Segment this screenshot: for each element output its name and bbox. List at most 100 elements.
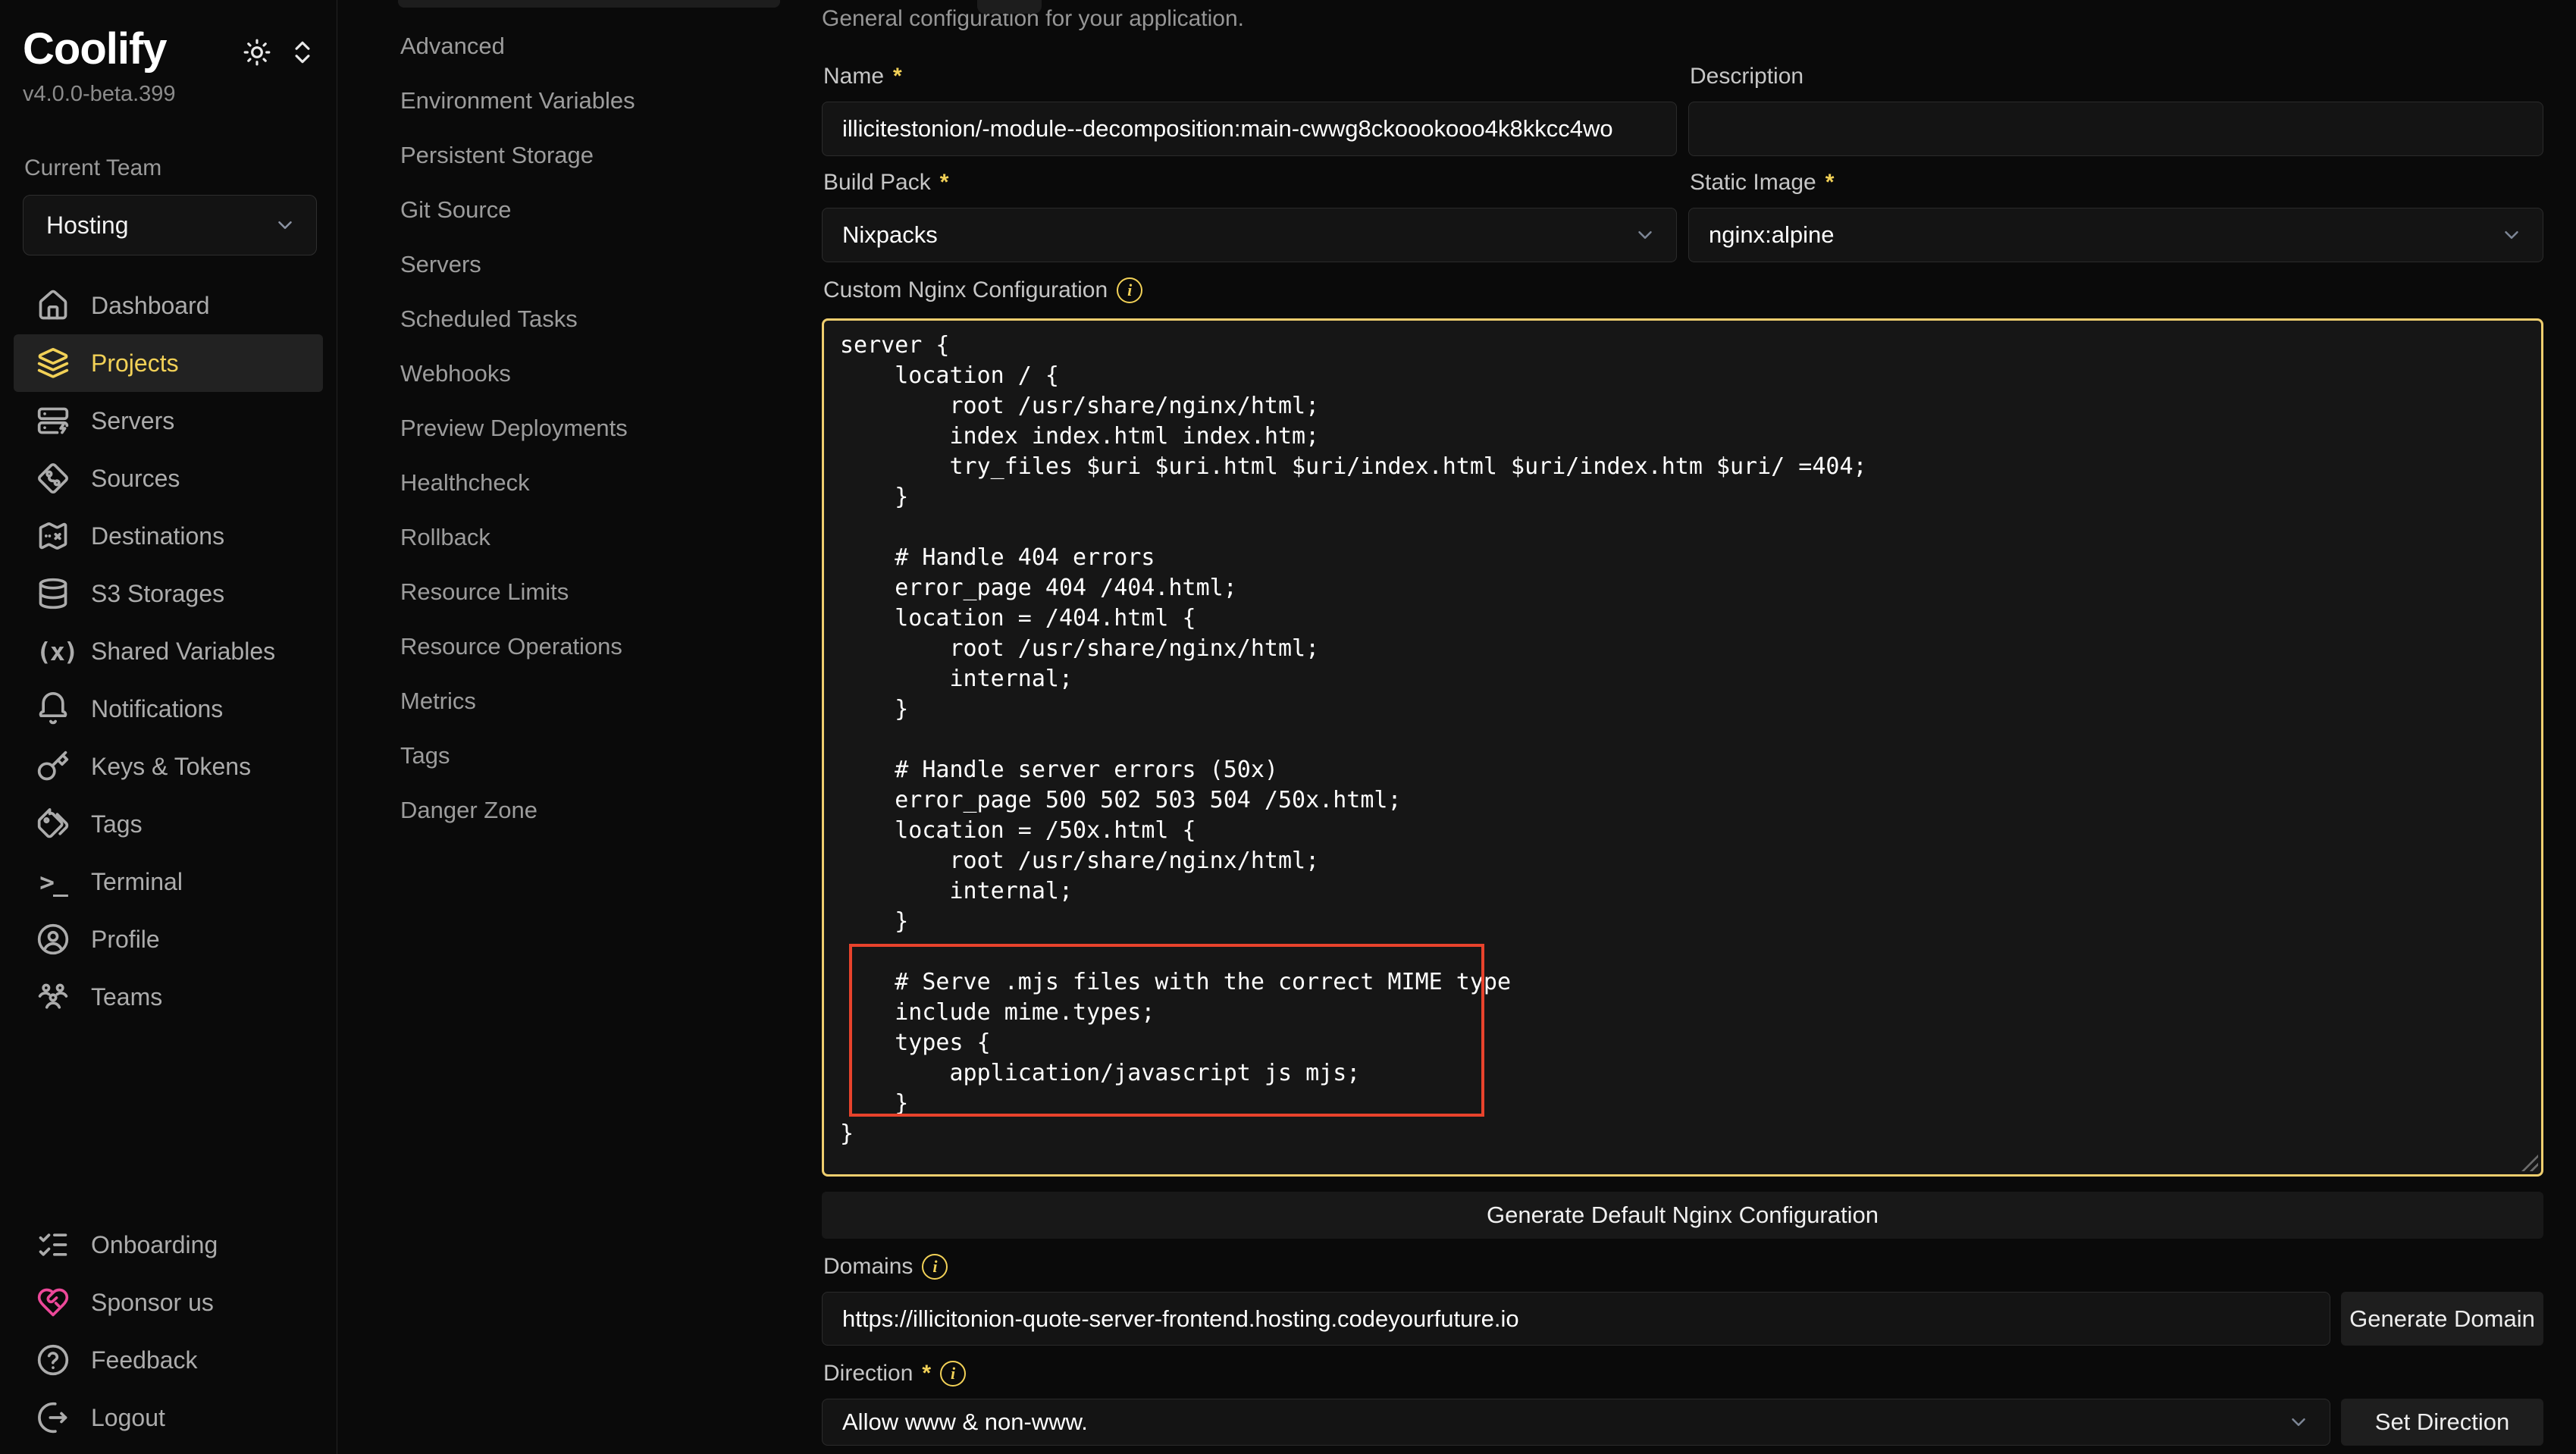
app-logo: Coolify [23,27,167,71]
sidebar-nav: Dashboard Projects Servers Sources Desti… [0,277,337,1026]
general-settings-panel: General configuration for your applicati… [804,0,2576,1446]
sidebar-item-profile[interactable]: Profile [0,910,337,968]
subnav-item-resource-operations[interactable]: Resource Operations [338,619,804,674]
tags-icon [36,807,70,841]
sidebar-item-teams[interactable]: Teams [0,968,337,1026]
git-diamond-icon [36,462,70,495]
subnav-item-advanced[interactable]: Advanced [338,19,804,74]
sidebar-item-label: Destinations [91,522,224,550]
subnav-item-git-source[interactable]: Git Source [338,183,804,237]
sidebar-item-label: S3 Storages [91,580,224,608]
chevron-down-icon [2500,224,2523,246]
sidebar-item-label: Profile [91,926,160,954]
chevron-down-icon [2287,1411,2310,1434]
build-pack-select[interactable]: Nixpacks [822,208,1677,262]
sidebar-item-label: Servers [91,407,174,435]
subnav-item-preview-deployments[interactable]: Preview Deployments [338,401,804,456]
required-asterisk: * [893,64,902,89]
sidebar-item-tags[interactable]: Tags [0,795,337,853]
team-select[interactable]: Hosting [23,195,317,255]
subnav-item-scheduled-tasks[interactable]: Scheduled Tasks [338,292,804,346]
sidebar-item-destinations[interactable]: Destinations [0,507,337,565]
server-icon [36,404,70,437]
direction-label: Direction* i [823,1359,2543,1388]
required-asterisk: * [940,170,949,196]
sidebar-item-notifications[interactable]: Notifications [0,680,337,738]
sidebar-item-label: Terminal [91,868,183,896]
info-icon[interactable]: i [940,1361,966,1387]
generate-default-nginx-button[interactable]: Generate Default Nginx Configuration [822,1192,2543,1239]
help-circle-icon [36,1343,70,1377]
sidebar-item-label: Keys & Tokens [91,753,251,781]
nginx-config-label: Custom Nginx Configuration i [823,276,2543,305]
static-image-label: Static Image* [1690,168,2543,197]
nginx-config-code: server { location / { root /usr/share/ng… [840,331,2541,1149]
database-icon [36,577,70,610]
sidebar-item-label: Onboarding [91,1231,218,1259]
sidebar-item-servers[interactable]: Servers [0,392,337,450]
info-icon[interactable]: i [922,1254,948,1280]
list-checks-icon [36,1228,70,1261]
subnav-item-servers[interactable]: Servers [338,237,804,292]
description-label: Description [1690,62,2543,91]
sidebar-item-label: Notifications [91,695,223,723]
sidebar-item-shared-variables[interactable]: (x) Shared Variables [0,622,337,680]
info-icon[interactable]: i [1117,277,1142,303]
terminal-icon: >_ [36,867,70,897]
direction-select[interactable]: Allow www & non-www. [822,1399,2330,1446]
home-icon [36,289,70,322]
sidebar-item-label: Sources [91,465,180,493]
sidebar-item-label: Logout [91,1404,165,1432]
sidebar-item-label: Sponsor us [91,1289,214,1317]
sidebar-item-dashboard[interactable]: Dashboard [0,277,337,334]
sidebar-item-terminal[interactable]: >_ Terminal [0,853,337,910]
sidebar-item-label: Teams [91,983,162,1011]
map-icon [36,519,70,553]
chevron-down-icon [274,214,296,237]
current-team-label: Current Team [24,155,317,181]
required-asterisk: * [922,1361,931,1387]
subnav-item-tags[interactable]: Tags [338,729,804,783]
subnav-item-danger-zone[interactable]: Danger Zone [338,783,804,838]
page-subtitle: General configuration for your applicati… [822,6,2543,32]
sidebar-item-keys-tokens[interactable]: Keys & Tokens [0,738,337,795]
bell-icon [36,692,70,725]
set-direction-button[interactable]: Set Direction [2341,1399,2543,1446]
build-pack-label: Build Pack* [823,168,1677,197]
app-version: v4.0.0-beta.399 [23,82,317,107]
sidebar-item-logout[interactable]: Logout [0,1389,337,1446]
team-select-value: Hosting [46,212,129,240]
sidebar-item-projects[interactable]: Projects [14,334,323,392]
sidebar-footer-nav: Onboarding Sponsor us Feedback Logout [0,1216,337,1446]
subnav-item-environment-variables[interactable]: Environment Variables [338,74,804,128]
static-image-select[interactable]: nginx:alpine [1688,208,2543,262]
subnav-item-rollback[interactable]: Rollback [338,510,804,565]
theme-sun-icon[interactable] [243,38,271,67]
domains-label: Domains i [823,1252,2543,1281]
sidebar-item-sponsor-us[interactable]: Sponsor us [0,1274,337,1331]
subnav-selected-item-partial[interactable] [398,0,780,8]
description-input[interactable] [1688,102,2543,156]
generate-domain-button[interactable]: Generate Domain [2341,1292,2543,1346]
domains-input[interactable]: https://illicitonion-quote-server-fronte… [822,1292,2330,1346]
nginx-config-textarea[interactable]: server { location / { root /usr/share/ng… [822,318,2543,1177]
sidebar-item-onboarding[interactable]: Onboarding [0,1216,337,1274]
sidebar: Coolify v4.0.0-beta.399 Current Team Hos… [0,0,337,1454]
subnav-item-webhooks[interactable]: Webhooks [338,346,804,401]
subnav-item-healthcheck[interactable]: Healthcheck [338,456,804,510]
sidebar-item-feedback[interactable]: Feedback [0,1331,337,1389]
textarea-resize-grip[interactable] [2521,1155,2538,1171]
users-icon [36,980,70,1014]
sidebar-item-sources[interactable]: Sources [0,450,337,507]
chevron-down-icon [1634,224,1656,246]
subnav-item-metrics[interactable]: Metrics [338,674,804,729]
layers-icon [36,346,70,380]
name-input[interactable]: illicitestonion/-module--decomposition:m… [822,102,1677,156]
chevrons-up-down-icon[interactable] [288,38,317,67]
parentheses-x-icon: (x) [36,637,70,666]
user-circle-icon [36,923,70,956]
name-label: Name* [823,62,1677,91]
sidebar-item-s3-storages[interactable]: S3 Storages [0,565,337,622]
subnav-item-resource-limits[interactable]: Resource Limits [338,565,804,619]
subnav-item-persistent-storage[interactable]: Persistent Storage [338,128,804,183]
